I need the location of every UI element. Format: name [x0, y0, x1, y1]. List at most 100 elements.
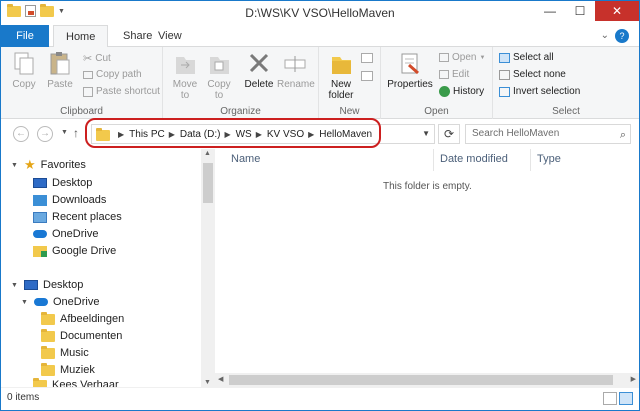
copy-path-button[interactable]: Copy path [83, 69, 142, 80]
open-button[interactable]: Open ▼ [439, 52, 485, 63]
copy-to-button[interactable]: Copy to [203, 51, 235, 101]
tab-home[interactable]: Home [53, 25, 109, 48]
breadcrumb-separator-icon[interactable]: ▶ [256, 130, 262, 139]
scroll-left-icon[interactable]: ◀ [218, 375, 223, 383]
breadcrumb-separator-icon[interactable]: ▶ [224, 130, 230, 139]
search-icon[interactable]: ⌕ [620, 126, 626, 144]
copy-path-icon [83, 70, 93, 79]
column-divider[interactable] [530, 149, 531, 171]
scroll-down-icon[interactable]: ▼ [204, 379, 211, 386]
search-input[interactable]: Search HelloMaven ⌕ [465, 124, 631, 144]
nav-fav-recent-places[interactable]: Recent places [33, 211, 122, 223]
nav-favorites[interactable]: ▼ ★ Favorites [11, 157, 86, 172]
recent-locations-icon[interactable]: ▼ [61, 129, 68, 136]
content-scroll-thumb[interactable] [229, 375, 613, 385]
content-horizontal-scrollbar[interactable]: ◀ ▶ [215, 373, 639, 387]
desktop-icon [24, 280, 38, 290]
expand-icon[interactable]: ▼ [11, 282, 19, 289]
column-name[interactable]: Name [231, 153, 260, 165]
nav-documenten[interactable]: Documenten [41, 328, 122, 342]
column-date-modified[interactable]: Date modified [440, 153, 508, 165]
new-item-icon[interactable] [361, 53, 373, 63]
paste-button[interactable]: Paste [45, 51, 75, 90]
address-bar[interactable]: ▶ This PC ▶ Data (D:) ▶ WS ▶ KV VSO ▶ He… [91, 124, 435, 144]
group-label-select: Select [552, 106, 580, 117]
properties-icon [401, 53, 419, 75]
group-open: Properties Open ▼ Edit History Open [381, 47, 493, 119]
select-none-button[interactable]: Select none [499, 69, 566, 80]
copy-button[interactable]: Copy [9, 51, 39, 90]
history-button[interactable]: History [439, 86, 484, 97]
invert-selection-icon [499, 86, 510, 97]
group-label-open: Open [424, 106, 449, 117]
star-icon: ★ [24, 157, 36, 172]
nav-fav-google-drive[interactable]: Google Drive [33, 245, 116, 257]
breadcrumb-data-d[interactable]: Data (D:) [180, 129, 221, 140]
breadcrumb-kv-vso[interactable]: KV VSO [267, 129, 304, 140]
group-organize: Move to Copy to Delete Rename Organize [163, 47, 319, 119]
breadcrumb-hellomaven[interactable]: HelloMaven [319, 129, 372, 140]
nav-fav-downloads[interactable]: Downloads [33, 194, 106, 206]
nav-desktop[interactable]: ▼ Desktop [11, 279, 83, 291]
column-divider[interactable] [433, 149, 434, 171]
nav-afbeeldingen[interactable]: Afbeeldingen [41, 311, 124, 325]
nav-vertical-scrollbar[interactable]: ▲ ▼ [201, 149, 215, 387]
new-folder-button[interactable]: New folder [323, 51, 359, 101]
expand-icon[interactable]: ▼ [21, 299, 29, 306]
paste-shortcut-button[interactable]: Paste shortcut [83, 86, 160, 97]
tab-file[interactable]: File [1, 25, 49, 47]
nav-fav-onedrive[interactable]: OneDrive [33, 228, 98, 240]
details-view-icon[interactable] [603, 392, 617, 405]
delete-button[interactable]: Delete [243, 51, 275, 90]
folder-icon [41, 311, 55, 325]
breadcrumb-ws[interactable]: WS [236, 129, 252, 140]
rename-button[interactable]: Rename [277, 51, 315, 90]
address-row: ← → ▼ ↑ ▶ This PC ▶ Data (D:) ▶ WS ▶ KV … [1, 120, 639, 148]
properties-button[interactable]: Properties [385, 51, 435, 90]
address-dropdown-icon[interactable]: ▼ [422, 129, 430, 138]
move-to-button[interactable]: Move to [169, 51, 201, 101]
breadcrumb-separator-icon[interactable]: ▶ [308, 130, 314, 139]
help-icon[interactable]: ? [615, 29, 629, 43]
folder-icon [41, 345, 55, 359]
copy-to-icon [210, 57, 229, 74]
refresh-button[interactable]: ⟳ [438, 124, 460, 144]
scroll-up-icon[interactable]: ▲ [204, 150, 211, 157]
nav-scroll-thumb[interactable] [203, 163, 213, 203]
column-type[interactable]: Type [537, 153, 561, 165]
onedrive-cloud-icon [33, 230, 47, 238]
breadcrumb-separator-icon[interactable]: ▶ [169, 130, 175, 139]
maximize-button[interactable]: ☐ [565, 1, 595, 21]
ribbon-collapse-icon[interactable]: ⌄ [601, 30, 609, 41]
move-to-icon [176, 57, 195, 74]
rename-icon [284, 56, 306, 72]
open-dropdown-icon: ▼ [479, 54, 486, 61]
breadcrumb-this-pc[interactable]: This PC [129, 129, 165, 140]
search-placeholder: Search HelloMaven [472, 128, 560, 139]
scroll-right-icon[interactable]: ▶ [631, 375, 636, 383]
edit-button[interactable]: Edit [439, 69, 469, 80]
nav-music[interactable]: Music [41, 345, 89, 359]
empty-folder-message: This folder is empty. [383, 181, 472, 192]
nav-muziek[interactable]: Muziek [41, 362, 95, 376]
edit-icon [439, 70, 449, 79]
tab-view[interactable]: View [146, 25, 194, 47]
nav-kees-verhaar[interactable]: Kees Verhaar [33, 377, 119, 387]
group-select: Select all Select none Invert selection … [493, 47, 639, 119]
select-all-button[interactable]: Select all [499, 52, 554, 63]
group-new: New folder New [319, 47, 381, 119]
cut-button[interactable]: ✂ Cut [83, 52, 111, 65]
ribbon-tabs: File Home Share View ⌄ ? [1, 25, 639, 48]
invert-selection-button[interactable]: Invert selection [499, 86, 580, 97]
back-button[interactable]: ← [13, 126, 29, 142]
easy-access-icon[interactable] [361, 71, 373, 81]
nav-onedrive[interactable]: ▼ OneDrive [21, 296, 99, 308]
minimize-button[interactable]: — [535, 1, 565, 21]
item-count: 0 items [7, 392, 40, 403]
expand-icon[interactable]: ▼ [11, 162, 19, 169]
forward-button[interactable]: → [37, 126, 53, 142]
nav-fav-desktop[interactable]: Desktop [33, 177, 92, 189]
close-button[interactable]: ✕ [595, 1, 639, 21]
large-icons-view-icon[interactable] [619, 392, 633, 405]
up-button[interactable]: ↑ [73, 126, 79, 140]
